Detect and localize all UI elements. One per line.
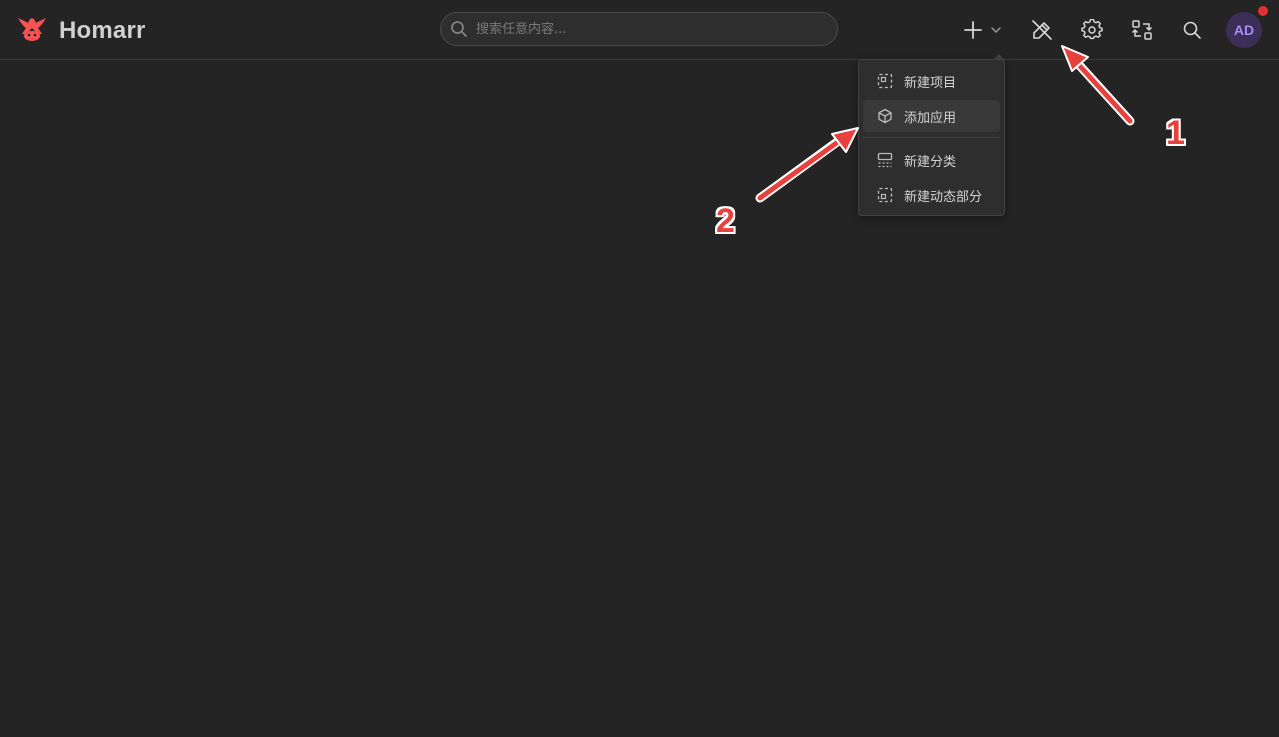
annotation-layer [755, 45, 1135, 203]
annotation-arrow-2 [755, 127, 859, 203]
annotation-label-2: 2 [716, 202, 735, 240]
annotation-label-1: 1 [1166, 114, 1185, 152]
annotation-arrow-1 [1061, 45, 1135, 126]
